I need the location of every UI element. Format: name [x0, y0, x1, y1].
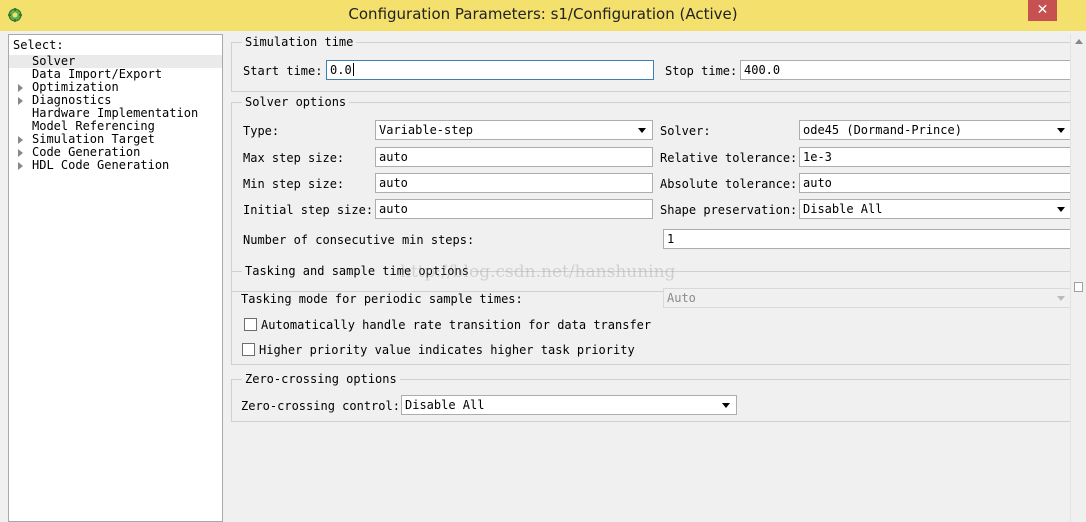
simulation-time-group: Simulation time Start time: 0.0 Stop tim… [231, 35, 1072, 92]
close-button[interactable]: ✕ [1028, 0, 1057, 21]
solver-type-label: Type: [243, 124, 280, 138]
consecutive-min-steps-input[interactable]: 1 [663, 229, 1072, 249]
auto-rate-transition-checkbox[interactable] [244, 318, 257, 331]
expand-arrow-icon[interactable] [18, 84, 23, 92]
initial-step-size-input[interactable]: auto [375, 199, 653, 219]
tasking-options-group: Tasking and sample time options Tasking … [231, 264, 1072, 365]
window-title: Configuration Parameters: s1/Configurati… [348, 5, 738, 23]
expand-arrow-icon[interactable] [18, 162, 23, 170]
zero-crossing-control-label: Zero-crossing control: [241, 399, 400, 413]
chevron-down-icon [1057, 207, 1065, 212]
consecutive-min-steps-label: Number of consecutive min steps: [243, 233, 475, 247]
auto-rate-transition-label: Automatically handle rate transition for… [261, 318, 652, 332]
solver-label: Solver: [660, 124, 711, 138]
scroll-up-icon[interactable] [1075, 39, 1083, 44]
stop-time-input[interactable]: 400.0 [740, 60, 1072, 80]
zero-crossing-group: Zero-crossing options Zero-crossing cont… [231, 372, 1070, 422]
category-tree: Select: Solver Data Import/Export Optimi… [8, 34, 223, 522]
shape-preservation-label: Shape preservation: [660, 203, 798, 217]
chevron-down-icon [722, 403, 730, 408]
shape-preservation-dropdown[interactable]: Disable All [799, 199, 1072, 219]
expand-arrow-icon[interactable] [18, 149, 23, 157]
start-time-input[interactable]: 0.0 [326, 60, 654, 80]
higher-priority-checkbox[interactable] [242, 343, 255, 356]
min-step-size-label: Min step size: [243, 177, 345, 191]
tasking-mode-label: Tasking mode for periodic sample times: [241, 292, 523, 306]
higher-priority-label: Higher priority value indicates higher t… [259, 343, 635, 357]
zero-crossing-control-dropdown[interactable]: Disable All [401, 395, 737, 415]
watermark: http://blog.csdn.net/hanshuning [400, 262, 676, 282]
absolute-tolerance-label: Absolute tolerance: [660, 177, 798, 191]
vertical-scrollbar[interactable] [1070, 34, 1086, 522]
initial-step-size-label: Initial step size: [243, 203, 374, 217]
group-title: Solver options [242, 95, 350, 109]
max-step-size-label: Max step size: [243, 151, 345, 165]
tasking-mode-dropdown: Auto [663, 288, 1072, 308]
solver-dropdown[interactable]: ode45 (Dormand-Prince) [799, 120, 1072, 140]
group-title: Simulation time [242, 35, 357, 49]
solver-type-dropdown[interactable]: Variable-step [375, 120, 653, 140]
tree-header: Select: [13, 38, 64, 52]
expand-arrow-icon[interactable] [18, 136, 23, 144]
text-caret [352, 63, 354, 76]
tree-item-hdl-code-generation[interactable]: HDL Code Generation [9, 159, 222, 172]
chevron-down-icon [1057, 296, 1065, 301]
absolute-tolerance-input[interactable]: auto [799, 173, 1072, 193]
start-time-label: Start time: [243, 64, 323, 78]
relative-tolerance-label: Relative tolerance: [660, 151, 798, 165]
scrollbar-thumb[interactable] [1074, 282, 1083, 292]
chevron-down-icon [1057, 128, 1065, 133]
max-step-size-input[interactable]: auto [375, 147, 653, 167]
expand-arrow-icon[interactable] [18, 97, 23, 105]
min-step-size-input[interactable]: auto [375, 173, 653, 193]
group-title: Zero-crossing options [242, 372, 400, 386]
stop-time-label: Stop time: [665, 64, 738, 78]
tree-item-label: HDL Code Generation [32, 158, 170, 172]
chevron-down-icon [638, 128, 646, 133]
relative-tolerance-input[interactable]: 1e-3 [799, 147, 1072, 167]
title-bar: Configuration Parameters: s1/Configurati… [0, 0, 1086, 31]
